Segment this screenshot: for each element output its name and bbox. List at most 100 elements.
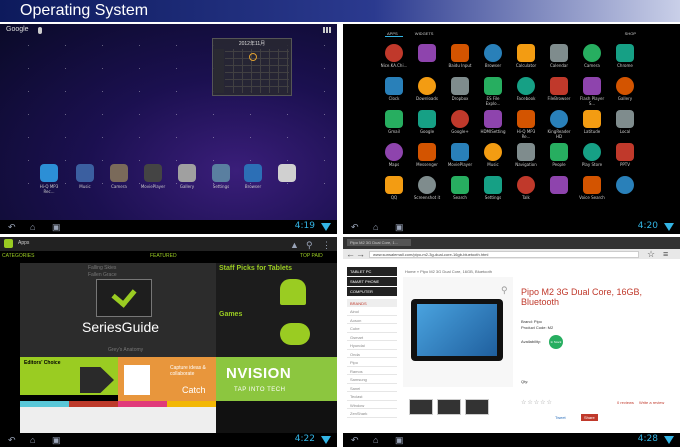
drawer-app-icon[interactable] — [517, 77, 535, 95]
back-icon[interactable]: ↶ — [351, 435, 359, 445]
brand-link[interactable]: Window — [347, 401, 397, 409]
rating-stars[interactable]: ☆☆☆☆☆ — [521, 399, 553, 406]
drawer-app-icon[interactable] — [418, 44, 436, 62]
drawer-app-icon[interactable] — [451, 77, 469, 95]
editors-choice-card[interactable]: Editors' Choice — [20, 357, 118, 395]
dock-app-icon[interactable] — [178, 164, 196, 182]
brand-link[interactable]: ZenShark — [347, 409, 397, 418]
brand-link[interactable]: Gsmart — [347, 333, 397, 341]
drawer-app-icon[interactable] — [616, 176, 634, 194]
dock-app-icon[interactable] — [244, 164, 262, 182]
drawer-app-icon[interactable] — [583, 44, 601, 62]
back-arrow-icon[interactable]: ← — [346, 249, 355, 259]
drawer-app-icon[interactable] — [385, 110, 403, 128]
drawer-app-icon[interactable] — [616, 77, 634, 95]
dock-app-icon[interactable] — [212, 164, 230, 182]
brand-link[interactable]: Samsung — [347, 375, 397, 384]
overflow-menu-icon[interactable]: ⋮ — [322, 240, 331, 250]
drawer-app-icon[interactable] — [550, 44, 568, 62]
play-store-icon[interactable] — [4, 239, 13, 248]
drawer-app-icon[interactable] — [583, 176, 601, 194]
drawer-app-icon[interactable] — [418, 110, 436, 128]
forward-arrow-icon[interactable]: → — [356, 249, 365, 259]
drawer-app-icon[interactable] — [616, 44, 634, 62]
promo-dark-tile[interactable] — [216, 401, 337, 433]
staff-picks-card[interactable]: Staff Picks for Tablets Games — [216, 263, 337, 357]
brand-link[interactable]: Onda — [347, 350, 397, 358]
home-icon[interactable]: ⌂ — [373, 435, 378, 445]
tab-categories[interactable]: CATEGORIES — [2, 253, 34, 259]
google-search-label[interactable]: Google — [6, 26, 29, 33]
product-thumbnail[interactable] — [465, 399, 489, 415]
drawer-app-icon[interactable] — [418, 176, 436, 194]
drawer-app-icon[interactable] — [517, 143, 535, 161]
tab-top-paid[interactable]: TOP PAID — [300, 253, 323, 259]
brand-link[interactable]: Sanei — [347, 384, 397, 392]
browser-tab[interactable]: Pipo M2 3G Dual Core, 1... — [347, 239, 411, 246]
brand-link[interactable]: Pipo — [347, 358, 397, 367]
drawer-app-icon[interactable] — [517, 176, 535, 194]
drawer-app-icon[interactable] — [418, 77, 436, 95]
menu-icon[interactable]: ≡ — [663, 249, 668, 259]
drawer-app-icon[interactable] — [517, 110, 535, 128]
account-icon[interactable]: ▲ — [290, 240, 299, 250]
write-review-link[interactable]: Write a review — [639, 400, 664, 405]
category-computer[interactable]: COMPUTER — [347, 287, 397, 296]
search-icon[interactable]: ⚲ — [306, 240, 313, 250]
drawer-app-icon[interactable] — [451, 44, 469, 62]
category-tablet[interactable]: TABLET PC — [347, 267, 397, 276]
drawer-app-icon[interactable] — [583, 77, 601, 95]
product-thumbnail[interactable] — [409, 399, 433, 415]
drawer-app-icon[interactable] — [385, 77, 403, 95]
drawer-app-icon[interactable] — [484, 77, 502, 95]
home-icon[interactable]: ⌂ — [30, 222, 35, 232]
home-icon[interactable]: ⌂ — [30, 435, 35, 445]
back-icon[interactable]: ↶ — [351, 222, 359, 232]
recents-icon[interactable]: ▣ — [395, 435, 404, 445]
drawer-app-icon[interactable] — [418, 143, 436, 161]
url-input[interactable]: www.sunsalemall.com/pipo-m2-3g-dual-core… — [369, 251, 639, 258]
drawer-app-icon[interactable] — [484, 110, 502, 128]
tweet-button[interactable]: Tweet — [555, 415, 566, 420]
share-button[interactable]: Share — [581, 414, 598, 421]
home-icon[interactable]: ⌂ — [373, 222, 378, 232]
seriesguide-feature[interactable]: Falling Skies Fallen Grace SeriesGuide G… — [20, 263, 216, 357]
category-phone[interactable]: SMART PHONE — [347, 277, 397, 286]
brand-link[interactable]: Aoson — [347, 316, 397, 324]
drawer-app-icon[interactable] — [616, 110, 634, 128]
star-icon[interactable]: ☆ — [647, 249, 655, 259]
mic-icon[interactable] — [38, 27, 42, 34]
drawer-app-icon[interactable] — [484, 176, 502, 194]
recents-icon[interactable]: ▣ — [52, 435, 61, 445]
product-image[interactable]: ⚲ — [403, 277, 513, 415]
drawer-app-icon[interactable] — [484, 44, 502, 62]
catch-app-card[interactable]: Capture ideas & collaborate Catch — [118, 357, 216, 401]
app-drawer-icon[interactable] — [323, 27, 331, 33]
dock-app-icon[interactable] — [278, 164, 296, 182]
tab-widgets[interactable]: WIDGETS — [415, 31, 434, 36]
drawer-app-icon[interactable] — [550, 77, 568, 95]
nvision-card[interactable]: NVISION TAP INTO TECH — [216, 357, 337, 401]
drawer-app-icon[interactable] — [583, 110, 601, 128]
drawer-app-icon[interactable] — [451, 176, 469, 194]
drawer-app-icon[interactable] — [451, 110, 469, 128]
brand-link[interactable]: Hyundai — [347, 341, 397, 350]
drawer-app-icon[interactable] — [385, 44, 403, 62]
brand-link[interactable]: Ramos — [347, 367, 397, 375]
dock-app-icon[interactable] — [40, 164, 58, 182]
drawer-app-icon[interactable] — [550, 143, 568, 161]
dock-app-icon[interactable] — [76, 164, 94, 182]
zoom-icon[interactable]: ⚲ — [501, 285, 508, 295]
brand-link[interactable]: Ainol — [347, 307, 397, 316]
brand-link[interactable]: Cube — [347, 324, 397, 333]
recents-icon[interactable]: ▣ — [395, 222, 404, 232]
brand-link[interactable]: Teclast — [347, 392, 397, 401]
drawer-app-icon[interactable] — [550, 110, 568, 128]
tab-featured[interactable]: FEATURED — [150, 253, 177, 259]
shop-link[interactable]: SHOP — [625, 31, 636, 36]
dock-app-icon[interactable] — [144, 164, 162, 182]
drawer-app-icon[interactable] — [385, 176, 403, 194]
calendar-widget[interactable]: 2012年11月 — [212, 38, 292, 96]
drawer-app-icon[interactable] — [451, 143, 469, 161]
drawer-app-icon[interactable] — [616, 143, 634, 161]
